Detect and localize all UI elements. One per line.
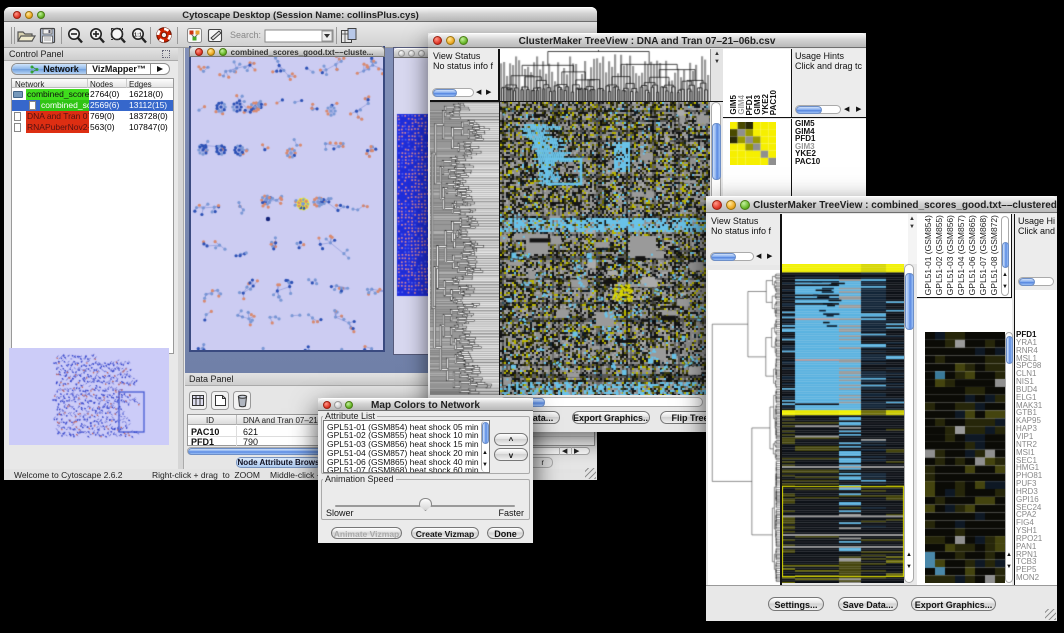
svg-text:Search:: Search: [230, 30, 261, 40]
svg-text:1:1: 1:1 [134, 33, 142, 39]
